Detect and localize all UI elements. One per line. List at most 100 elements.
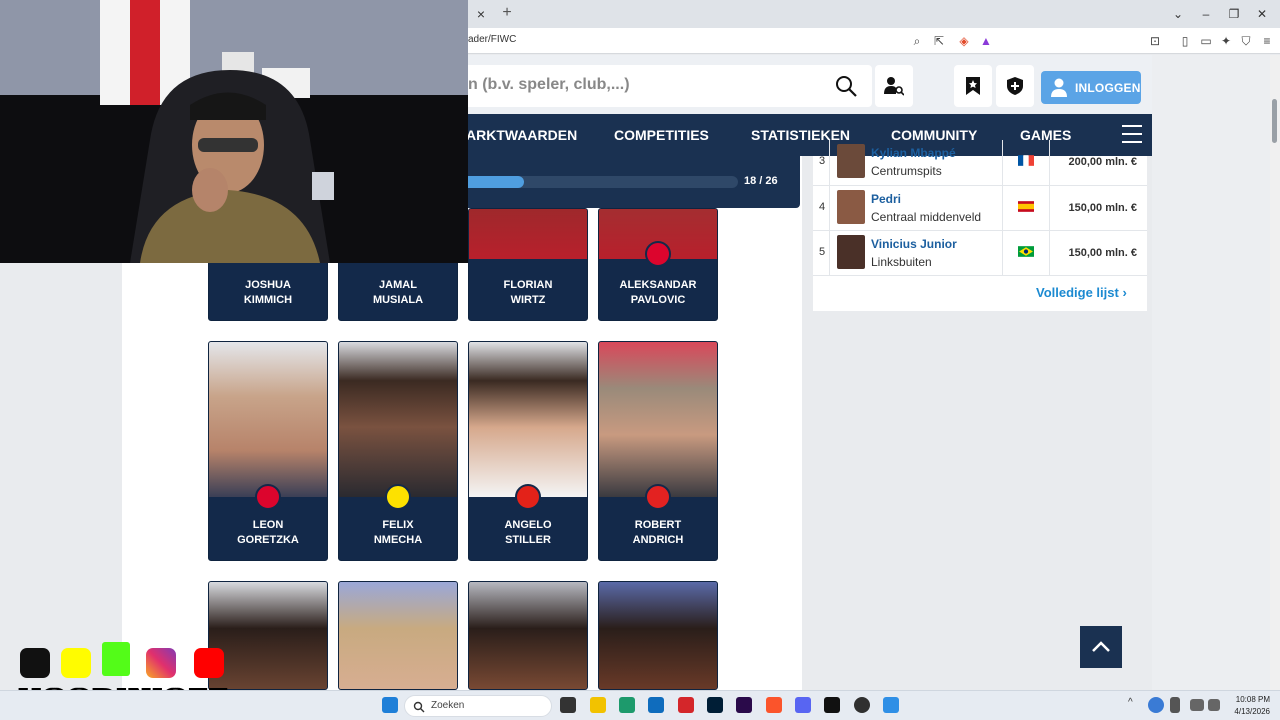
bayern-club-badge — [255, 484, 281, 510]
volume-icon[interactable] — [1208, 699, 1220, 711]
player-photo — [469, 342, 587, 497]
bookmark-button[interactable] — [954, 65, 992, 107]
rank-number: 5 — [819, 246, 826, 258]
nav-item-competities[interactable]: COMPETITIES — [614, 127, 709, 143]
menu-icon[interactable]: ≡ — [1258, 32, 1276, 50]
leo-icon[interactable]: ✦ — [1217, 32, 1235, 50]
player-card[interactable] — [338, 581, 458, 690]
brave-browser-icon[interactable] — [766, 697, 782, 713]
dortmund-club-badge — [385, 484, 411, 510]
scroll-thumb[interactable] — [1272, 99, 1277, 143]
file-explorer-icon[interactable] — [590, 697, 606, 713]
start-icon[interactable] — [382, 697, 398, 713]
market-value: 150,00 mln. € — [1068, 202, 1138, 214]
table-row[interactable]: 4 Pedri Centraal middenveld 150,00 mln. … — [813, 185, 1147, 231]
progress-bar — [468, 176, 738, 188]
user-search-icon — [884, 77, 904, 96]
player-card[interactable]: ROBERT ANDRICH — [598, 341, 718, 561]
chevron-down-icon[interactable]: ⌄ — [1168, 5, 1188, 23]
snapchat-icon — [61, 648, 91, 678]
squad-progress: 18 / 26 — [468, 156, 800, 208]
player-card[interactable]: FELIX NMECHA — [338, 341, 458, 561]
player-card[interactable] — [598, 581, 718, 690]
player-name: ANGELO STILLER — [504, 519, 552, 546]
outlook-icon[interactable] — [648, 697, 664, 713]
obs-icon[interactable] — [854, 697, 870, 713]
player-photo — [469, 582, 587, 689]
rank-number: 4 — [819, 201, 826, 213]
france-flag-icon — [1018, 155, 1034, 166]
brave-shield-icon[interactable]: ◈ — [955, 32, 973, 50]
brazil-flag-icon — [1018, 246, 1034, 257]
premiere-icon[interactable] — [736, 697, 752, 713]
acrobat-icon[interactable] — [678, 697, 694, 713]
wallet-icon[interactable]: ▭ — [1197, 32, 1215, 50]
url-text[interactable]: ader/FIWC — [468, 34, 516, 45]
youtube-icon — [194, 648, 224, 678]
shield-button[interactable] — [996, 65, 1034, 107]
microphone-icon[interactable] — [1170, 697, 1180, 713]
player-card[interactable]: LEON GORETZKA — [208, 341, 328, 561]
player-name: ALEKSANDAR PAVLOVIC — [619, 279, 697, 306]
user-icon — [1051, 78, 1067, 97]
search-icon — [413, 701, 425, 713]
taskbar-clock[interactable]: 10:08 PM 4/13/2026 — [1228, 694, 1270, 718]
market-value: 150,00 mln. € — [1068, 247, 1138, 259]
search-icon[interactable] — [834, 74, 858, 98]
player-card[interactable]: ANGELO STILLER — [468, 341, 588, 561]
player-name: FLORIAN WIRTZ — [503, 279, 553, 306]
table-row[interactable]: 3 Kylian Mbappé Centrumspits 200,00 mln.… — [813, 140, 1147, 185]
webcam-overlay — [0, 0, 468, 263]
webcam-feed — [0, 0, 468, 263]
tiktok-icon — [20, 648, 50, 678]
task-view-icon[interactable] — [560, 697, 576, 713]
table-divider — [813, 275, 1147, 276]
scroll-to-top-button[interactable] — [1080, 626, 1122, 668]
player-card[interactable] — [208, 581, 328, 690]
share-icon[interactable]: ⇱ — [930, 32, 948, 50]
progress-text: 18 / 26 — [744, 175, 778, 187]
player-card[interactable] — [468, 581, 588, 690]
new-tab-button[interactable]: + — [498, 4, 516, 22]
chevron-up-icon[interactable]: ^ — [1128, 697, 1138, 713]
player-name: JOSHUA KIMMICH — [243, 279, 293, 306]
player-search-button[interactable] — [875, 65, 913, 107]
player-name-link[interactable]: Pedri — [871, 192, 901, 206]
player-thumbnail — [837, 190, 865, 224]
extensions-icon[interactable]: ⊡ — [1146, 32, 1164, 50]
minimize-icon[interactable]: – — [1196, 5, 1216, 23]
table-row[interactable]: 5 Vinicius Junior Linksbuiten 150,00 mln… — [813, 230, 1147, 276]
market-value: 200,00 mln. € — [1068, 156, 1138, 168]
most-valuable-players: 3 Kylian Mbappé Centrumspits 200,00 mln.… — [813, 140, 1147, 311]
player-card[interactable]: FLORIAN WIRTZ — [468, 208, 588, 321]
player-photo — [339, 582, 457, 689]
player-photo — [209, 342, 327, 497]
photoshop-icon[interactable] — [707, 697, 723, 713]
progress-fill — [468, 176, 525, 188]
maximize-icon[interactable]: ❐ — [1224, 5, 1244, 23]
rewards-icon[interactable]: ▲ — [977, 32, 995, 50]
player-name-link[interactable]: Vinicius Junior — [871, 237, 957, 251]
close-tab-icon[interactable]: × — [472, 5, 490, 23]
player-name-link[interactable]: Kylian Mbappé — [871, 146, 956, 160]
store-icon[interactable] — [619, 697, 635, 713]
taskbar-search-label: Zoeken — [431, 700, 465, 711]
scrollbar[interactable] — [1270, 55, 1280, 690]
onedrive-icon[interactable] — [1148, 697, 1164, 713]
taskbar-search[interactable]: Zoeken — [404, 695, 552, 717]
nav-item-marktwaarden[interactable]: ARKTWAARDEN — [466, 127, 577, 143]
zoom-icon[interactable]: ⌕ — [908, 32, 926, 50]
search-input[interactable]: n (b.v. speler, club,...) — [468, 65, 872, 107]
capcut-icon[interactable] — [824, 697, 840, 713]
close-window-icon[interactable]: ✕ — [1252, 5, 1272, 23]
login-button[interactable]: INLOGGEN — [1041, 71, 1141, 104]
vpn-icon[interactable]: ⛉ — [1237, 32, 1255, 50]
display-icon[interactable] — [1190, 699, 1204, 711]
sidebar-icon[interactable]: ▯ — [1176, 32, 1194, 50]
discord-icon[interactable] — [795, 697, 811, 713]
player-card[interactable]: ALEKSANDAR PAVLOVIC — [598, 208, 718, 321]
app-icon[interactable] — [883, 697, 899, 713]
full-list-link[interactable]: Volledige lijst › — [1036, 285, 1127, 300]
spain-flag-icon — [1018, 201, 1034, 212]
player-photo — [599, 582, 717, 689]
